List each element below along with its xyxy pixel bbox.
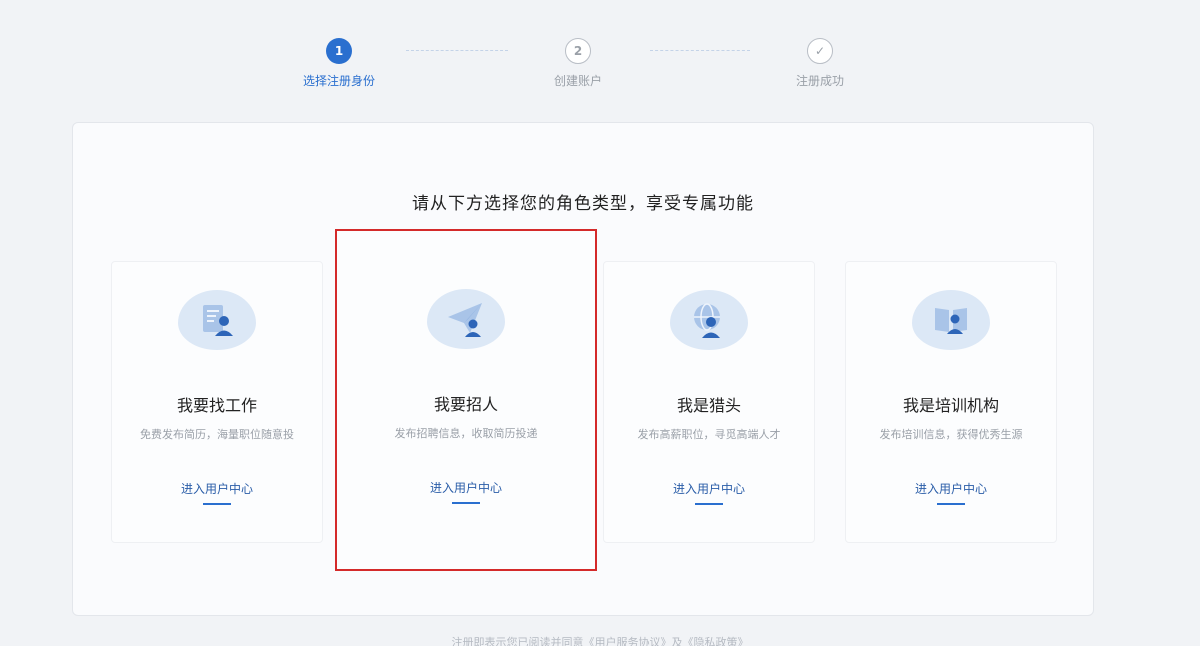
role-desc: 发布招聘信息，收取简历投递 bbox=[394, 427, 538, 440]
step-connector-2 bbox=[650, 50, 750, 51]
step-create-account: 2 创建账户 bbox=[498, 38, 658, 89]
link-underline bbox=[937, 503, 965, 505]
step-1-label: 选择注册身份 bbox=[302, 74, 375, 88]
role-card-training-institution[interactable]: 我是培训机构 发布培训信息，获得优秀生源 进入用户中心 bbox=[845, 261, 1057, 543]
role-selection-prompt: 请从下方选择您的角色类型，享受专属功能 bbox=[412, 194, 754, 214]
step-2-label: 创建账户 bbox=[553, 74, 602, 88]
resume-person-icon bbox=[178, 290, 256, 350]
role-desc: 免费发布简历，海量职位随意投 bbox=[140, 428, 294, 441]
registration-page: 1 选择注册身份 2 创建账户 ✓ 注册成功 请从下方选择您的角色类型，享受专属… bbox=[0, 0, 1200, 646]
step-connector-1 bbox=[406, 50, 508, 51]
role-selection-card: 请从下方选择您的角色类型，享受专属功能 我要找工作 免费发布简历，海量职位随意投… bbox=[72, 122, 1094, 616]
book-person-icon bbox=[912, 290, 990, 350]
role-card-recruiter[interactable]: 我要招人 发布招聘信息，收取简历投递 进入用户中心 bbox=[335, 229, 597, 571]
role-desc: 发布培训信息，获得优秀生源 bbox=[879, 428, 1023, 441]
step-choose-identity: 1 选择注册身份 bbox=[259, 38, 419, 89]
enter-user-center-link[interactable]: 进入用户中心 bbox=[915, 480, 987, 497]
step-1-indicator: 1 bbox=[326, 38, 352, 64]
step-register-success: ✓ 注册成功 bbox=[740, 38, 900, 89]
role-title: 我是猎头 bbox=[676, 396, 741, 415]
role-desc: 发布高薪职位，寻觅高端人才 bbox=[637, 428, 781, 441]
role-card-job-seeker[interactable]: 我要找工作 免费发布简历，海量职位随意投 进入用户中心 bbox=[111, 261, 323, 543]
step-2-indicator: 2 bbox=[565, 38, 591, 64]
globe-person-icon bbox=[670, 290, 748, 350]
enter-user-center-link[interactable]: 进入用户中心 bbox=[673, 480, 745, 497]
paper-plane-person-icon bbox=[427, 289, 505, 349]
role-title: 我要找工作 bbox=[176, 396, 257, 415]
role-title: 我要招人 bbox=[433, 395, 498, 414]
footer-agreement-text: 注册即表示您已阅读并同意《用户服务协议》及《隐私政策》 bbox=[451, 636, 749, 646]
link-underline bbox=[452, 502, 480, 504]
role-card-headhunter[interactable]: 我是猎头 发布高薪职位，寻觅高端人才 进入用户中心 bbox=[603, 261, 815, 543]
step-3-label: 注册成功 bbox=[795, 74, 844, 88]
registration-stepper: 1 选择注册身份 2 创建账户 ✓ 注册成功 bbox=[0, 0, 1200, 110]
enter-user-center-link[interactable]: 进入用户中心 bbox=[430, 479, 502, 496]
check-icon: ✓ bbox=[807, 38, 833, 64]
link-underline bbox=[695, 503, 723, 505]
enter-user-center-link[interactable]: 进入用户中心 bbox=[181, 480, 253, 497]
link-underline bbox=[203, 503, 231, 505]
role-title: 我是培训机构 bbox=[902, 396, 999, 415]
